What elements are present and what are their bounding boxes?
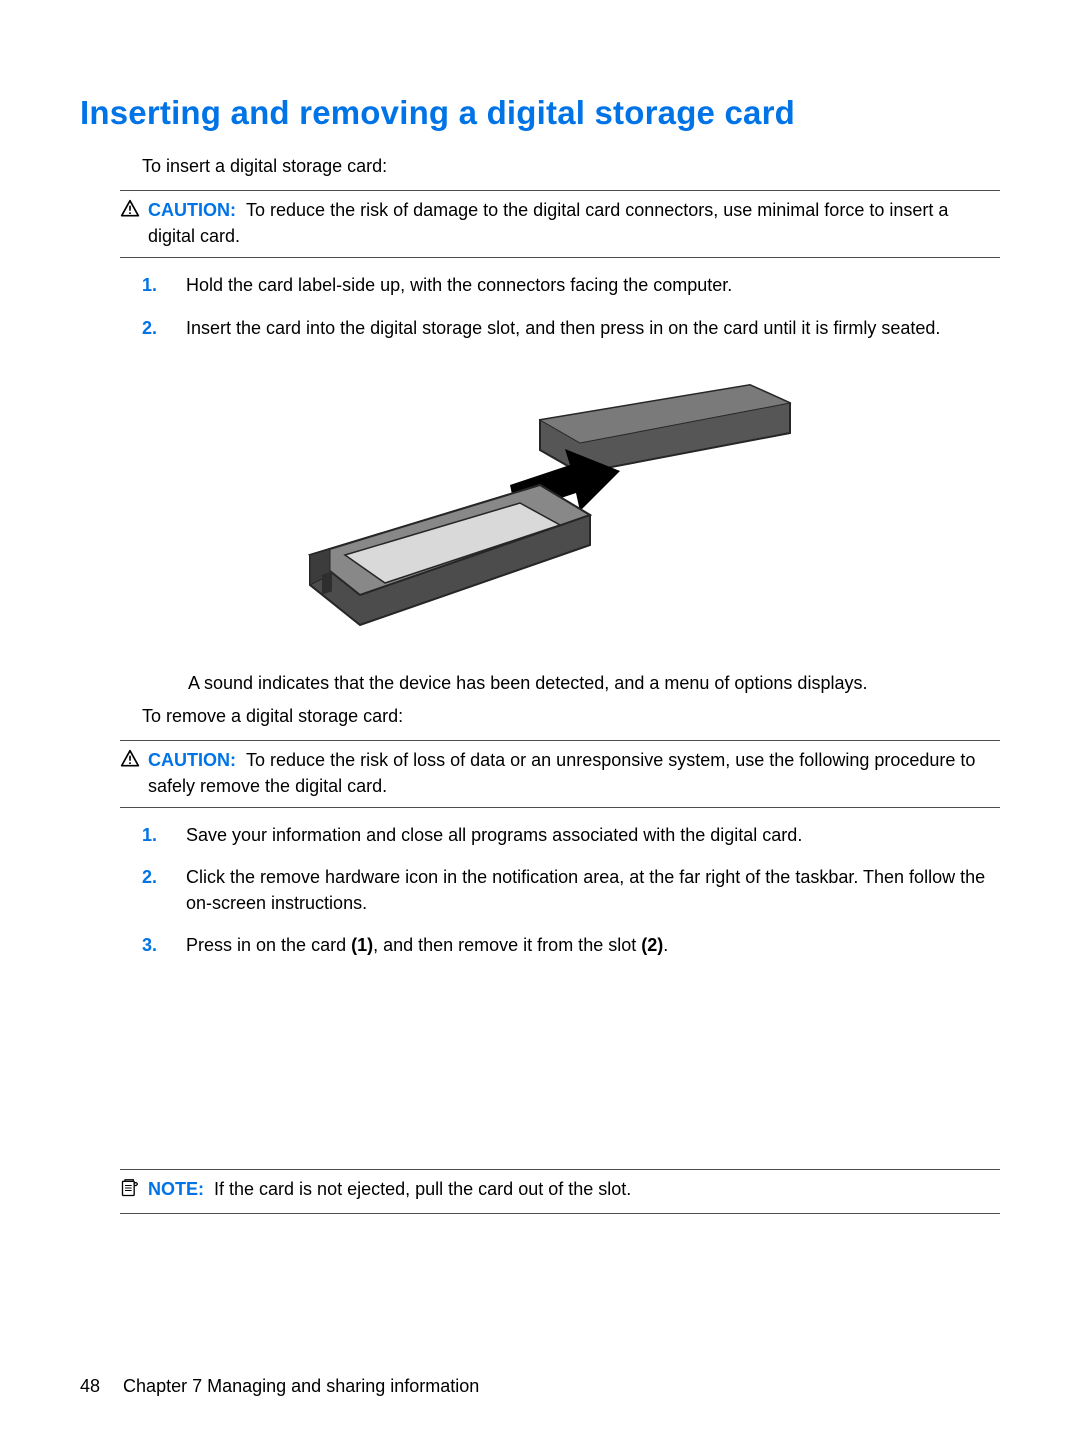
remove-steps: 1. Save your information and close all p… <box>142 822 1000 958</box>
note-text: If the card is not ejected, pull the car… <box>214 1179 631 1199</box>
step-text-part: Press in on the card <box>186 935 351 955</box>
remove-card-figure <box>280 979 800 1149</box>
caution-remove-body: CAUTION: To reduce the risk of loss of d… <box>148 747 1000 799</box>
step-number: 3. <box>142 932 164 958</box>
warning-icon <box>120 749 142 776</box>
intro-remove: To remove a digital storage card: <box>142 704 1000 728</box>
document-page: Inserting and removing a digital storage… <box>0 0 1080 1437</box>
step-text-part: , and then remove it from the slot <box>373 935 641 955</box>
page-number: 48 <box>80 1376 100 1396</box>
step-text: Press in on the card (1), and then remov… <box>186 932 1000 958</box>
step-text: Click the remove hardware icon in the no… <box>186 864 1000 916</box>
note-label: NOTE: <box>148 1179 204 1199</box>
intro-insert: To insert a digital storage card: <box>142 154 1000 178</box>
step-text: Insert the card into the digital storage… <box>186 315 1000 341</box>
caution-label: CAUTION: <box>148 750 236 770</box>
caution-text: To reduce the risk of loss of data or an… <box>148 750 975 796</box>
insert-steps: 1. Hold the card label-side up, with the… <box>142 272 1000 340</box>
step-number: 1. <box>142 272 164 298</box>
note-body: NOTE: If the card is not ejected, pull t… <box>148 1176 1000 1202</box>
step-callout-2: (2) <box>641 935 663 955</box>
insert-card-figure <box>280 365 800 655</box>
step-text-part: . <box>663 935 668 955</box>
list-item: 3. Press in on the card (1), and then re… <box>142 932 1000 958</box>
detection-sound-text: A sound indicates that the device has be… <box>188 673 1000 694</box>
list-item: 2. Click the remove hardware icon in the… <box>142 864 1000 916</box>
caution-insert-body: CAUTION: To reduce the risk of damage to… <box>148 197 1000 249</box>
caution-label: CAUTION: <box>148 200 236 220</box>
caution-remove: CAUTION: To reduce the risk of loss of d… <box>120 740 1000 808</box>
step-callout-1: (1) <box>351 935 373 955</box>
list-item: 1. Save your information and close all p… <box>142 822 1000 848</box>
page-heading: Inserting and removing a digital storage… <box>80 94 1000 132</box>
caution-text: To reduce the risk of damage to the digi… <box>148 200 948 246</box>
step-text: Hold the card label-side up, with the co… <box>186 272 1000 298</box>
step-number: 2. <box>142 864 164 916</box>
list-item: 2. Insert the card into the digital stor… <box>142 315 1000 341</box>
warning-icon <box>120 199 142 226</box>
step-number: 1. <box>142 822 164 848</box>
list-item: 1. Hold the card label-side up, with the… <box>142 272 1000 298</box>
note-eject: NOTE: If the card is not ejected, pull t… <box>120 1169 1000 1214</box>
caution-insert: CAUTION: To reduce the risk of damage to… <box>120 190 1000 258</box>
step-text: Save your information and close all prog… <box>186 822 1000 848</box>
step-number: 2. <box>142 315 164 341</box>
chapter-title: Chapter 7 Managing and sharing informati… <box>123 1376 479 1396</box>
note-icon <box>120 1178 142 1205</box>
page-footer: 48 Chapter 7 Managing and sharing inform… <box>80 1376 479 1397</box>
